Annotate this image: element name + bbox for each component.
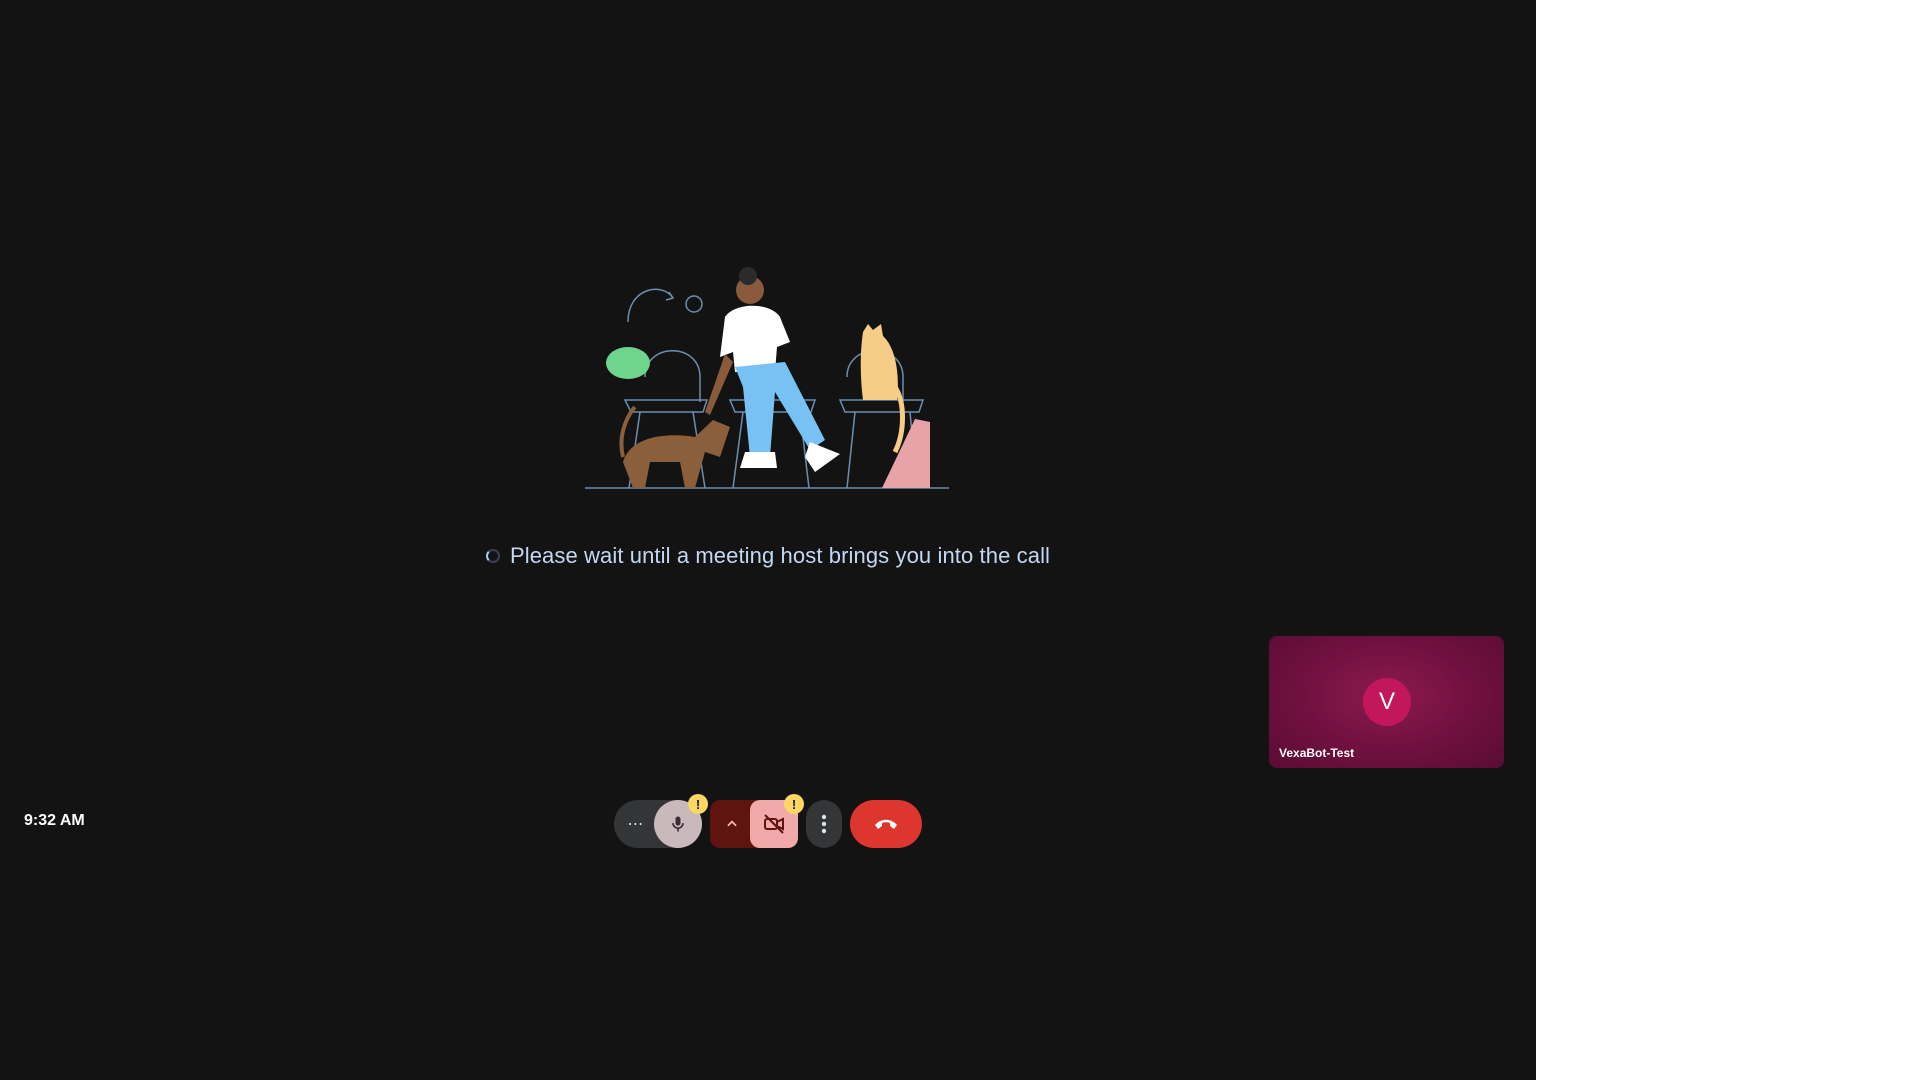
more-options-button[interactable] [806, 800, 842, 848]
waiting-status-text: Please wait until a meeting host brings … [509, 543, 1051, 568]
self-view-tile[interactable]: V VexaBot-Test [1269, 636, 1504, 768]
camera-warning-badge: ! [784, 794, 804, 814]
microphone-button[interactable]: ! [654, 794, 708, 848]
audio-options-button[interactable]: ⋯ [614, 800, 658, 848]
waiting-status: Please wait until a meeting host brings … [0, 540, 1536, 572]
leave-call-button[interactable] [850, 800, 922, 848]
microphone-control-group: ⋯ ! [614, 794, 708, 848]
microphone-warning-badge: ! [688, 794, 708, 814]
camera-options-button[interactable] [710, 800, 754, 848]
chevron-up-icon [727, 820, 737, 827]
avatar: V [1363, 678, 1411, 726]
self-view-name: VexaBot-Test [1279, 746, 1355, 760]
camera-button[interactable]: ! [750, 794, 804, 848]
camera-control-group: ! [710, 794, 804, 848]
meeting-waiting-room: Please wait until a meeting host brings … [0, 0, 1536, 1080]
loading-spinner-icon [485, 549, 500, 563]
blank-side-panel [1536, 0, 1920, 1080]
meeting-clock: 9:32 AM [24, 812, 85, 829]
camera-off-icon [764, 814, 784, 834]
call-end-icon [875, 819, 897, 829]
microphone-icon [672, 816, 684, 832]
more-vertical-icon [821, 814, 827, 834]
waiting-room-illustration [585, 267, 949, 489]
